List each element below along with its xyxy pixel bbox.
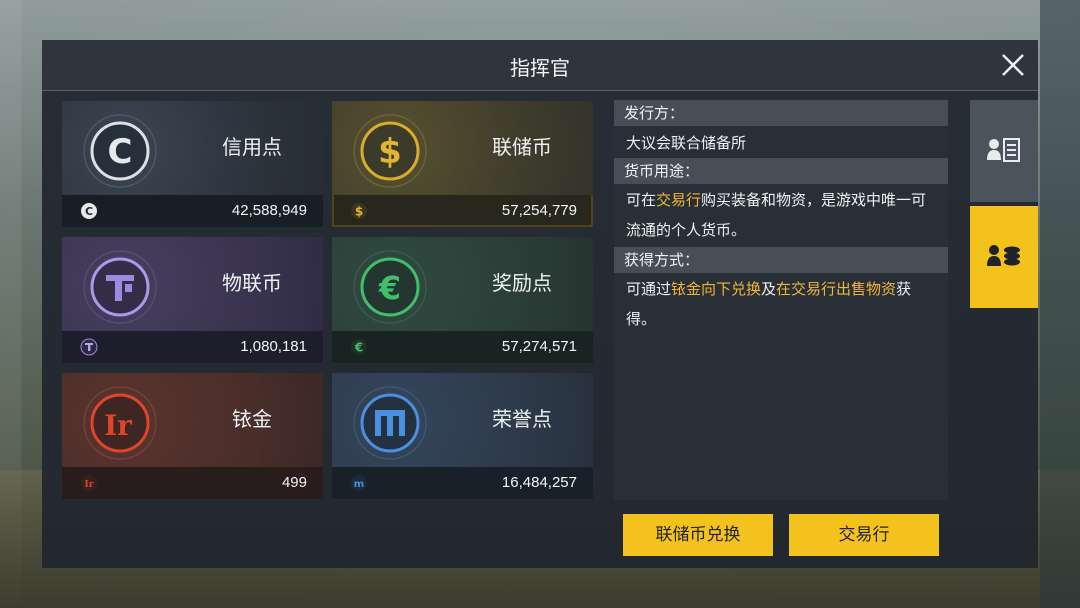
svg-text:Ir: Ir [104, 409, 133, 442]
currency-card-federal[interactable]: $ 联储币 $ 57,254,779 [332, 101, 593, 227]
svg-text:$: $ [355, 205, 363, 219]
currency-name: 物联币 [222, 271, 282, 295]
title-bar: 指挥官 [42, 40, 1038, 91]
market-sell-link[interactable]: 在交易行出售物资 [776, 280, 896, 298]
obtain-label: 获得方式： [614, 247, 948, 273]
honor-m-icon [353, 386, 427, 460]
currency-card-iridium[interactable]: Ir 铱金 Ir 499 [62, 373, 323, 499]
reward-mini-icon: € [351, 339, 367, 355]
credit-c-icon: C [83, 114, 157, 188]
dollar-icon: $ [353, 114, 427, 188]
currency-card-credit[interactable]: C 信用点 C 42,588,949 [62, 101, 323, 227]
svg-text:€: € [378, 269, 401, 307]
profile-list-icon [987, 138, 1020, 162]
tab-currency[interactable] [970, 206, 1038, 308]
panel-title: 指挥官 [510, 56, 570, 80]
game-background-edge [1040, 0, 1080, 608]
currency-amount: 42,588,949 [231, 202, 307, 219]
currency-info-panel: 发行方： 大议会联合储备所 货币用途： 可在交易行购买装备和物资，是游戏中唯一可… [614, 100, 948, 500]
currency-amount: 57,254,779 [501, 202, 577, 219]
close-icon[interactable] [998, 50, 1028, 80]
currency-stack-icon [987, 245, 1020, 266]
iot-mini-icon [80, 338, 98, 356]
iridium-mini-icon: Ir [81, 475, 97, 491]
currency-card-iot[interactable]: 物联币 1,080,181 [62, 237, 323, 363]
obtain-text: 可通过铱金向下兑换及在交易行出售物资获得。 [626, 280, 912, 328]
dollar-mini-icon: $ [351, 203, 367, 219]
currency-name: 铱金 [232, 407, 272, 431]
currency-amount: 1,080,181 [240, 338, 307, 355]
svg-text:$: $ [378, 132, 402, 172]
currency-name: 信用点 [222, 135, 282, 159]
svg-text:m: m [354, 479, 364, 490]
currency-name: 联储币 [492, 135, 552, 159]
svg-text:Ir: Ir [85, 480, 94, 490]
market-button[interactable]: 交易行 [789, 514, 939, 556]
currency-name: 奖励点 [492, 271, 552, 295]
currency-amount: 499 [281, 474, 307, 491]
currency-card-honor[interactable]: 荣誉点 m 16,484,257 [332, 373, 593, 499]
commander-panel: 指挥官 C 信用点 C 42,588,949 $ 联储币 $ 57,254,77… [42, 40, 1038, 568]
issuer-label: 发行方： [614, 100, 948, 126]
issuer-value: 大议会联合储备所 [626, 134, 747, 152]
iridium-exchange-link[interactable]: 铱金向下兑换 [671, 280, 761, 298]
svg-text:€: € [354, 341, 363, 355]
honor-mini-icon: m [351, 475, 367, 491]
credit-mini-icon: C [81, 203, 97, 219]
currency-card-reward[interactable]: € 奖励点 € 57,274,571 [332, 237, 593, 363]
market-link[interactable]: 交易行 [656, 191, 701, 209]
currency-amount: 16,484,257 [501, 474, 577, 491]
usage-label: 货币用途： [614, 158, 948, 184]
tab-profile[interactable] [970, 100, 1038, 202]
svg-text:C: C [108, 132, 133, 172]
reward-e-icon: € [353, 250, 427, 324]
federal-exchange-button[interactable]: 联储币兑换 [623, 514, 773, 556]
currency-amount: 57,274,571 [501, 338, 577, 355]
usage-text: 可在交易行购买装备和物资，是游戏中唯一可流通的个人货币。 [626, 191, 927, 239]
svg-text:C: C [85, 205, 93, 218]
iridium-ir-icon: Ir [83, 386, 157, 460]
currency-name: 荣誉点 [492, 407, 552, 431]
iot-t-icon [83, 250, 157, 324]
